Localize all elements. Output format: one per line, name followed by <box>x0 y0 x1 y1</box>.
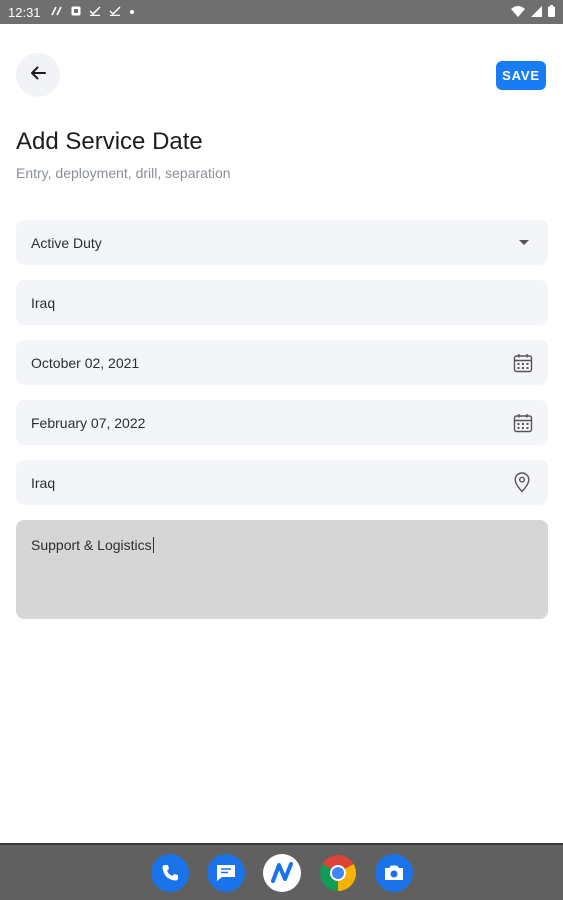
notification-icon <box>71 6 81 19</box>
battery-icon <box>548 4 555 20</box>
messages-icon[interactable] <box>206 853 245 892</box>
back-button[interactable] <box>16 53 60 97</box>
notes-value: Support & Logistics <box>31 537 152 553</box>
dropdown-arrow-icon <box>519 239 529 246</box>
app-icon[interactable] <box>262 853 301 892</box>
calendar-icon[interactable] <box>513 353 533 373</box>
checkmark-icon <box>109 5 121 19</box>
checkmark-icon <box>89 5 101 19</box>
start-date-value: October 02, 2021 <box>31 354 140 371</box>
app-dock <box>0 843 563 900</box>
wifi-icon <box>511 5 525 20</box>
phone-icon[interactable] <box>150 853 189 892</box>
status-time: 12:31 <box>8 4 41 20</box>
signal-strength-icon <box>50 6 63 19</box>
text-caret <box>152 537 154 553</box>
notes-textarea[interactable]: Support & Logistics <box>16 520 548 619</box>
camera-icon[interactable] <box>374 853 413 892</box>
save-button[interactable]: SAVE <box>496 61 546 90</box>
calendar-icon[interactable] <box>513 413 533 433</box>
country-field[interactable]: Iraq <box>16 280 548 325</box>
page-subtitle: Entry, deployment, drill, separation <box>16 165 231 181</box>
map-pin-icon[interactable] <box>514 472 530 493</box>
status-bar: 12:31 <box>0 0 563 24</box>
arrow-left-icon <box>29 64 47 87</box>
dot-icon <box>129 6 135 18</box>
end-date-field[interactable]: February 07, 2022 <box>16 400 548 445</box>
page-title: Add Service Date <box>16 128 203 155</box>
location-field[interactable]: Iraq <box>16 460 548 505</box>
end-date-value: February 07, 2022 <box>31 414 146 431</box>
location-value: Iraq <box>31 474 56 491</box>
cellular-icon <box>531 5 542 20</box>
country-value: Iraq <box>31 294 56 311</box>
start-date-field[interactable]: October 02, 2021 <box>16 340 548 385</box>
service-type-select[interactable]: Active Duty <box>16 220 548 265</box>
service-type-value: Active Duty <box>31 234 102 251</box>
chrome-icon[interactable] <box>319 854 357 892</box>
